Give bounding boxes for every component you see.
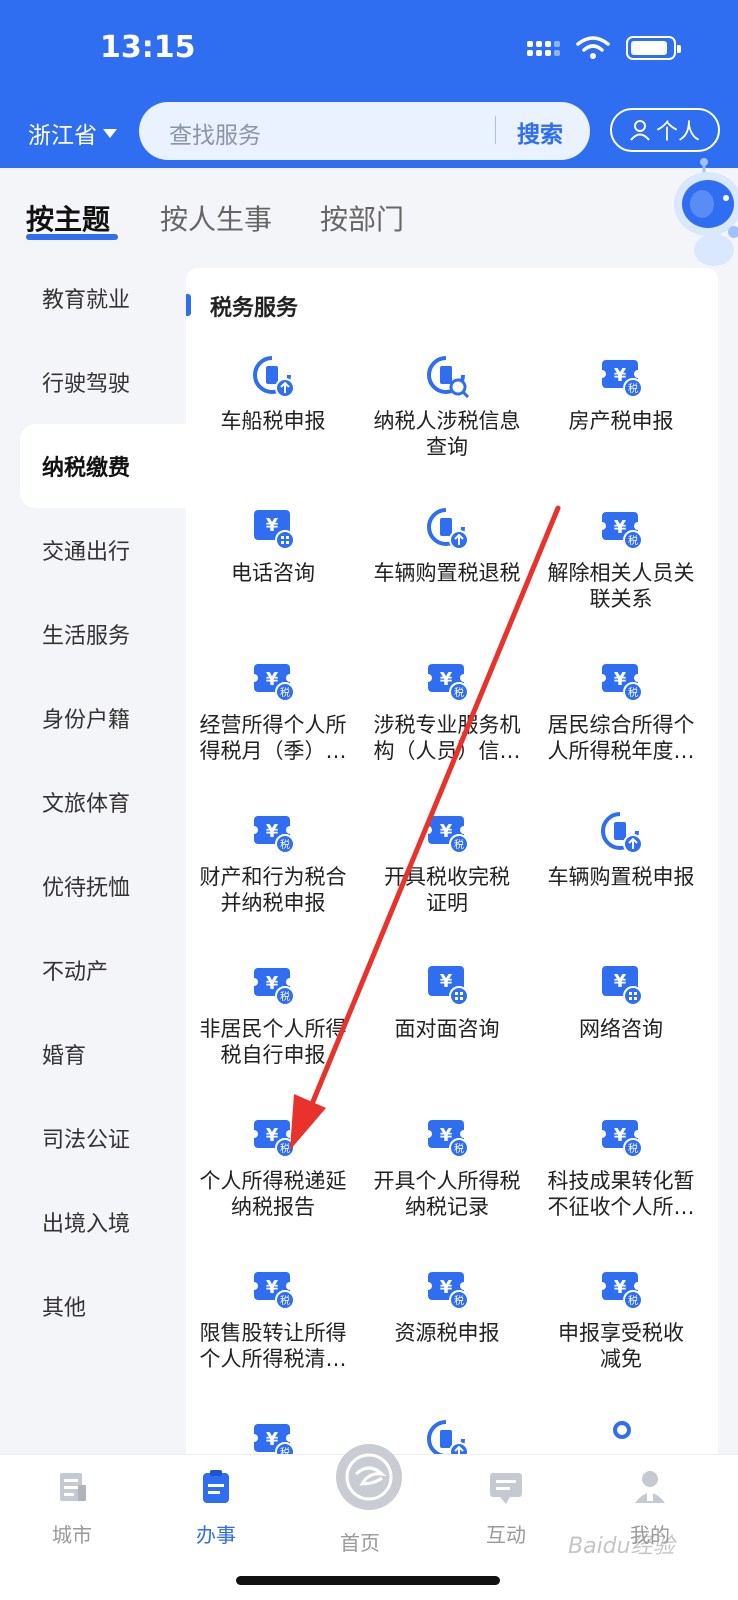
service-taxpayer-info[interactable]: 纳税人涉税信息 查询 — [360, 354, 534, 494]
category-exit-entry[interactable]: 出境入境 — [0, 1180, 186, 1264]
consult-icon — [427, 965, 469, 1006]
tax-search-icon — [427, 356, 470, 398]
tab-by-theme[interactable]: 按主题 — [26, 198, 110, 238]
active-tab-indicator — [26, 234, 118, 240]
service-business-income-tax[interactable]: 经营所得个人所 得税月（季）… — [186, 658, 360, 798]
category-marriage[interactable]: 婚育 — [0, 1012, 186, 1096]
service-restricted-stock-tax[interactable]: 限售股转让所得 个人所得税清… — [186, 1266, 360, 1406]
service-tax-agency-info[interactable]: 涉税专业服务机 构（人员）信… — [360, 658, 534, 798]
nav-interact[interactable]: 互动 — [456, 1467, 556, 1548]
category-welfare[interactable]: 优待抚恤 — [0, 844, 186, 928]
category-real-estate[interactable]: 不动产 — [0, 928, 186, 1012]
province-label: 浙江省 — [28, 123, 97, 149]
tab-by-department[interactable]: 按部门 — [320, 198, 404, 238]
tax-ticket-icon — [426, 1271, 469, 1310]
nav-affairs[interactable]: 办事 — [166, 1467, 266, 1548]
service-panel: 税务服务 车船税申报 纳税人涉税信息 查询 房产税申报 电话咨询 车辆购置税退税 … — [186, 268, 718, 1468]
section-title: 税务服务 — [210, 296, 299, 321]
profile-icon — [635, 1471, 665, 1503]
category-other[interactable]: 其他 — [0, 1264, 186, 1348]
tax-ticket-icon — [252, 1119, 295, 1158]
service-tax-relief[interactable]: 申报享受税收 减免 — [534, 1266, 708, 1406]
service-unbind-relation[interactable]: 解除相关人员关 联关系 — [534, 506, 708, 646]
category-life[interactable]: 生活服务 — [0, 592, 186, 676]
service-purchase-tax-refund[interactable]: 车辆购置税退税 — [360, 506, 534, 646]
service-property-tax[interactable]: 房产税申报 — [534, 354, 708, 494]
battery-icon — [626, 36, 681, 60]
status-time: 13:15 — [100, 30, 196, 65]
personal-label: 个人 — [655, 120, 700, 145]
search-input[interactable]: 查找服务 — [169, 116, 261, 150]
tax-ticket-icon — [426, 1119, 469, 1158]
nav-city[interactable]: 城市 — [22, 1467, 122, 1548]
city-icon — [60, 1473, 86, 1501]
app-header: 13:15 浙江省 查找服务 搜索 个人 — [0, 0, 738, 168]
category-tax[interactable]: 纳税缴费 — [20, 424, 186, 508]
affairs-icon — [203, 1470, 229, 1503]
service-resource-tax[interactable]: 资源税申报 — [360, 1266, 534, 1406]
service-tech-transfer-exempt[interactable]: 科技成果转化暂 不征收个人所… — [534, 1114, 708, 1254]
watermark: Baidu经验 — [568, 1534, 675, 1559]
service-property-behavior-tax[interactable]: 财产和行为税合 并纳税申报 — [186, 810, 360, 950]
tax-ticket-icon — [252, 815, 295, 854]
search-divider — [495, 116, 496, 144]
service-deferred-tax-report[interactable]: 个人所得税递延 纳税报告 — [186, 1114, 360, 1254]
category-transport[interactable]: 交通出行 — [0, 508, 186, 592]
status-icons — [527, 36, 681, 60]
tax-ticket-icon — [426, 663, 469, 702]
service-face-consult[interactable]: 面对面咨询 — [360, 962, 534, 1102]
service-tax-payment-proof[interactable]: 开具税收完税 证明 — [360, 810, 534, 950]
caret-down-icon — [103, 128, 117, 138]
tax-declare-icon — [427, 508, 470, 550]
section-accent-bar — [186, 294, 191, 316]
tax-declare-icon — [253, 356, 296, 398]
person-icon — [630, 120, 650, 141]
robot-mascot-icon[interactable] — [664, 158, 738, 268]
category-driving[interactable]: 行驶驾驶 — [0, 340, 186, 424]
home-logo-icon — [345, 1453, 393, 1501]
tax-ticket-icon — [426, 815, 469, 854]
category-culture[interactable]: 文旅体育 — [0, 760, 186, 844]
wifi-icon — [576, 36, 610, 59]
service-vehicle-purchase-tax[interactable]: 车辆购置税申报 — [534, 810, 708, 950]
tax-ticket-icon — [252, 663, 295, 702]
consult-icon — [253, 509, 295, 550]
consult-icon — [601, 965, 643, 1006]
home-logo-button[interactable] — [336, 1444, 402, 1510]
tax-ticket-icon — [600, 1119, 643, 1158]
category-identity[interactable]: 身份户籍 — [0, 676, 186, 760]
home-indicator — [236, 1576, 500, 1585]
chat-icon — [490, 1473, 522, 1504]
tax-ticket-icon — [252, 967, 295, 1006]
tab-by-life-event[interactable]: 按人生事 — [160, 198, 272, 238]
service-vehicle-tax[interactable]: 车船税申报 — [186, 354, 360, 494]
search-button[interactable]: 搜索 — [517, 115, 563, 149]
service-nonresident-tax[interactable]: 非居民个人所得 税自行申报 — [186, 962, 360, 1102]
category-judicial[interactable]: 司法公证 — [0, 1096, 186, 1180]
service-online-consult[interactable]: 网络咨询 — [534, 962, 708, 1102]
category-education[interactable]: 教育就业 — [0, 256, 186, 340]
tax-ticket-icon — [600, 663, 643, 702]
signal-icon — [527, 40, 560, 56]
province-selector[interactable]: 浙江省 — [28, 116, 117, 150]
service-annual-income-tax[interactable]: 居民综合所得个 人所得税年度… — [534, 658, 708, 798]
tax-ticket-icon — [600, 1271, 643, 1310]
service-phone-consult[interactable]: 电话咨询 — [186, 506, 360, 646]
tax-declare-icon — [601, 812, 644, 854]
search-bar[interactable]: 查找服务 搜索 — [139, 102, 590, 160]
tax-ticket-icon — [252, 1271, 295, 1310]
nav-home[interactable]: 首页 — [310, 1527, 410, 1556]
service-income-tax-record[interactable]: 开具个人所得税 纳税记录 — [360, 1114, 534, 1254]
tax-ticket-icon — [600, 511, 643, 550]
tax-ticket-icon — [600, 359, 643, 398]
personal-button[interactable]: 个人 — [610, 108, 720, 152]
